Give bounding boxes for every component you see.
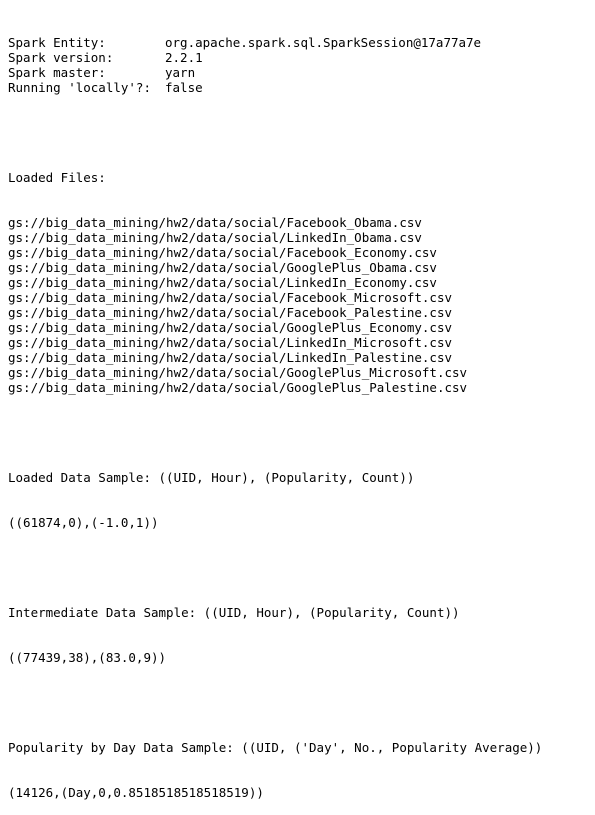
- spark-info-row: Running 'locally'?: false: [8, 80, 595, 95]
- console-output: Spark Entity: org.apache.spark.sql.SparkS…: [0, 0, 595, 800]
- spark-info-value: 2.2.1: [165, 50, 203, 65]
- spark-info-key: Spark Entity:: [8, 35, 106, 50]
- loaded-file-path: gs://big_data_mining/hw2/data/social/Fac…: [8, 245, 437, 260]
- loaded-file-path: gs://big_data_mining/hw2/data/social/Lin…: [8, 230, 422, 245]
- intermediate-sample-heading: Intermediate Data Sample: ((UID, Hour), …: [8, 605, 460, 620]
- popularity-by-day-heading: Popularity by Day Data Sample: ((UID, ('…: [8, 740, 543, 755]
- loaded-file-path: gs://big_data_mining/hw2/data/social/Fac…: [8, 290, 453, 305]
- loaded-sample-heading: Loaded Data Sample: ((UID, Hour), (Popul…: [8, 470, 415, 485]
- loaded-file-path: gs://big_data_mining/hw2/data/social/Goo…: [8, 320, 453, 335]
- loaded-file-path: gs://big_data_mining/hw2/data/social/Lin…: [8, 350, 453, 365]
- loaded-files-heading: Loaded Files:: [8, 170, 106, 185]
- loaded-file-path: gs://big_data_mining/hw2/data/social/Goo…: [8, 380, 468, 395]
- spark-info-row: Spark version: 2.2.1: [8, 50, 595, 65]
- spark-info-value: org.apache.spark.sql.SparkSession@17a77a…: [165, 35, 482, 50]
- loaded-file-path: gs://big_data_mining/hw2/data/social/Fac…: [8, 215, 422, 230]
- loaded-files-list: gs://big_data_mining/hw2/data/social/Fac…: [8, 215, 595, 395]
- spark-info-key: Spark version:: [8, 50, 114, 65]
- loaded-file-path: gs://big_data_mining/hw2/data/social/Lin…: [8, 275, 437, 290]
- spark-info-block: Spark Entity: org.apache.spark.sql.SparkS…: [8, 35, 595, 95]
- spark-info-row: Spark master: yarn: [8, 65, 595, 80]
- loaded-file-path: gs://big_data_mining/hw2/data/social/Goo…: [8, 365, 468, 380]
- popularity-by-day-value: (14126,(Day,0,0.8518518518518519)): [8, 785, 264, 800]
- loaded-file-path: gs://big_data_mining/hw2/data/social/Goo…: [8, 260, 437, 275]
- spark-info-value: false: [165, 80, 203, 95]
- spark-info-value: yarn: [165, 65, 196, 80]
- loaded-file-path: gs://big_data_mining/hw2/data/social/Fac…: [8, 305, 453, 320]
- spark-info-key: Spark master:: [8, 65, 106, 80]
- spark-info-key: Running 'locally'?:: [8, 80, 151, 95]
- loaded-sample-value: ((61874,0),(-1.0,1)): [8, 515, 159, 530]
- intermediate-sample-value: ((77439,38),(83.0,9)): [8, 650, 167, 665]
- spark-info-row: Spark Entity: org.apache.spark.sql.SparkS…: [8, 35, 595, 50]
- loaded-file-path: gs://big_data_mining/hw2/data/social/Lin…: [8, 335, 453, 350]
